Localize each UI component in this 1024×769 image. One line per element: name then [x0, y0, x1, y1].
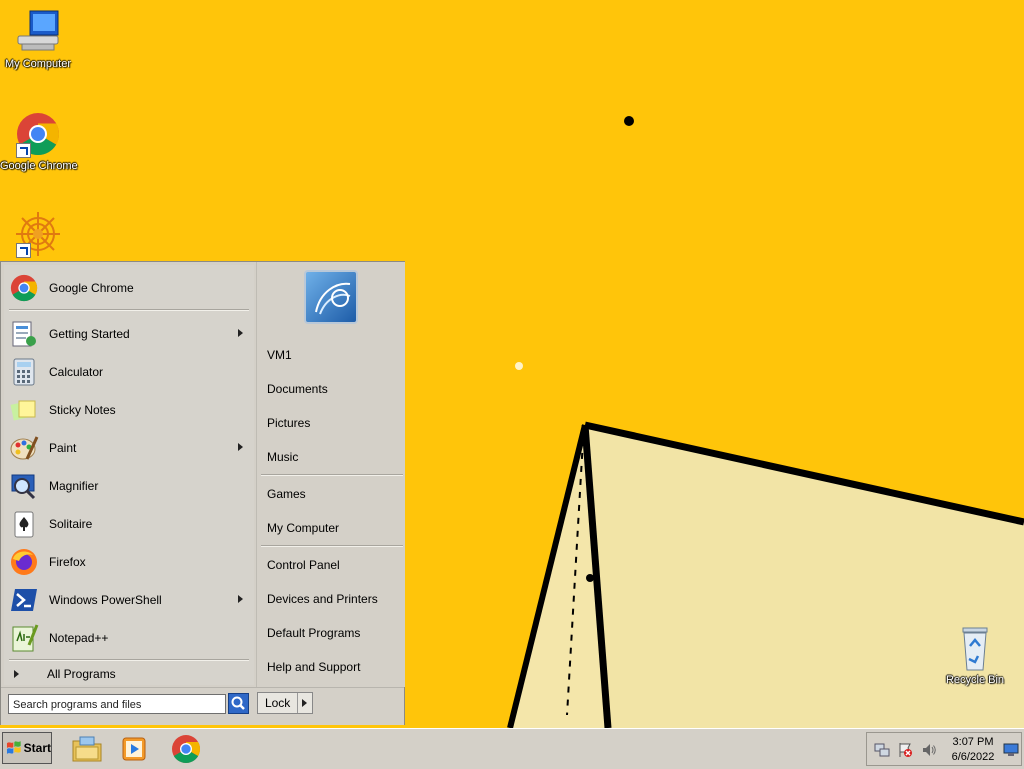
notepadpp-icon [9, 623, 39, 653]
shortcut-arrow-icon [16, 243, 31, 258]
lock-button[interactable]: Lock [257, 692, 313, 714]
taskbar-google-chrome[interactable] [170, 733, 204, 765]
places-item-default-programs[interactable]: Default Programs [267, 626, 360, 640]
menu-item-label: Sticky Notes [49, 403, 116, 417]
chrome-icon [172, 735, 201, 764]
menu-item-label: Paint [49, 441, 77, 455]
clock-date: 6/6/2022 [951, 751, 995, 763]
windows-logo-icon [6, 741, 21, 754]
taskbar: Start 3:07 PM 6/6/2022 [0, 728, 1024, 769]
places-item-documents[interactable]: Documents [267, 382, 328, 396]
places-item-my-computer[interactable]: My Computer [267, 521, 339, 535]
places-item-help-and-support[interactable]: Help and Support [267, 660, 360, 674]
start-item-sticky-notes[interactable]: Sticky Notes [9, 392, 249, 428]
places-item-pictures[interactable]: Pictures [267, 416, 310, 430]
desktop-icon-label: Recycle Bin [945, 674, 1005, 686]
start-item-windows-powershell[interactable]: Windows PowerShell [9, 582, 249, 618]
places-item-music[interactable]: Music [267, 450, 298, 464]
submenu-arrow-icon [238, 443, 243, 451]
firefox-icon [9, 547, 39, 577]
menu-separator [261, 474, 403, 476]
desktop-icon-recycle-bin[interactable]: Recycle Bin [937, 624, 1013, 686]
chrome-icon [9, 273, 39, 303]
places-item-games[interactable]: Games [267, 487, 306, 501]
start-menu: Google Chrome Getting Started Calculator… [0, 261, 405, 725]
clock-time: 3:07 PM [952, 736, 994, 748]
desktop-icon-my-computer[interactable]: My Computer [0, 8, 76, 70]
places-item-control-panel[interactable]: Control Panel [267, 558, 340, 572]
lock-options-arrow-icon[interactable] [297, 693, 312, 713]
start-item-notepadpp[interactable]: Notepad++ [9, 620, 249, 656]
menu-item-label: Solitaire [49, 517, 93, 531]
menu-item-label: Notepad++ [49, 631, 109, 645]
search-icon [231, 696, 245, 710]
menu-separator [9, 309, 249, 311]
taskbar-media-player[interactable] [117, 733, 151, 765]
submenu-arrow-icon [238, 329, 243, 337]
menu-item-label: Calculator [49, 365, 104, 379]
sun-emblem-icon [14, 210, 62, 258]
menu-item-label: Google Chrome [49, 281, 134, 295]
menu-item-label: All Programs [47, 667, 116, 681]
start-pinned-google-chrome[interactable]: Google Chrome [9, 270, 249, 306]
magnifier-icon [9, 471, 39, 501]
search-input[interactable]: Search programs and files [8, 694, 226, 714]
menu-item-label: Windows PowerShell [49, 593, 162, 607]
getting-started-icon [9, 319, 39, 349]
menu-item-label: Magnifier [49, 479, 99, 493]
user-avatar-icon [315, 282, 351, 315]
places-item-vm1[interactable]: VM1 [267, 348, 292, 362]
menu-separator [261, 545, 403, 547]
menu-item-label: Firefox [49, 555, 86, 569]
start-button-label: Start [23, 741, 51, 755]
all-programs-arrow-icon [14, 670, 19, 678]
shortcut-arrow-icon [16, 143, 31, 158]
volume-icon[interactable] [921, 742, 937, 758]
start-button[interactable]: Start [2, 732, 52, 764]
calculator-icon [9, 357, 39, 387]
media-player-icon [122, 737, 146, 761]
search-button[interactable] [228, 693, 249, 714]
network-icon[interactable] [874, 742, 890, 758]
menu-item-label: Getting Started [49, 327, 130, 341]
notification-area: 3:07 PM 6/6/2022 [866, 732, 1022, 766]
user-picture[interactable] [304, 270, 358, 324]
start-item-magnifier[interactable]: Magnifier [9, 468, 249, 504]
taskbar-file-explorer[interactable] [70, 733, 104, 765]
start-item-firefox[interactable]: Firefox [9, 544, 249, 580]
chrome-icon [14, 110, 62, 158]
paint-icon [9, 433, 39, 463]
start-menu-programs-pane: Google Chrome Getting Started Calculator… [4, 265, 254, 685]
recycle-bin-icon [951, 624, 999, 672]
show-desktop-icon[interactable] [1003, 743, 1019, 757]
action-center-flag-icon[interactable] [897, 742, 913, 758]
powershell-icon [9, 585, 39, 615]
start-item-solitaire[interactable]: Solitaire [9, 506, 249, 542]
start-item-paint[interactable]: Paint [9, 430, 249, 466]
sticky-notes-icon [9, 395, 39, 425]
clock[interactable]: 3:07 PM 6/6/2022 [947, 735, 999, 765]
start-menu-bottom-bar: Search programs and files Lock [1, 687, 404, 725]
places-item-devices-and-printers[interactable]: Devices and Printers [267, 592, 378, 606]
lock-button-label: Lock [264, 696, 291, 710]
desktop-icon-label: Google Chrome [0, 160, 78, 172]
file-explorer-icon [72, 736, 102, 762]
computer-icon [14, 8, 62, 56]
desktop-icon-sun-shortcut[interactable] [0, 210, 76, 258]
desktop-icon-label: My Computer [4, 58, 72, 70]
start-item-getting-started[interactable]: Getting Started [9, 316, 249, 352]
desktop-icon-google-chrome[interactable]: Google Chrome [0, 110, 78, 172]
solitaire-icon [9, 509, 39, 539]
start-item-calculator[interactable]: Calculator [9, 354, 249, 390]
start-menu-places-pane: VM1 Documents Pictures Music Games My Co… [256, 262, 405, 687]
submenu-arrow-icon [238, 595, 243, 603]
start-item-all-programs[interactable]: All Programs [9, 661, 249, 687]
